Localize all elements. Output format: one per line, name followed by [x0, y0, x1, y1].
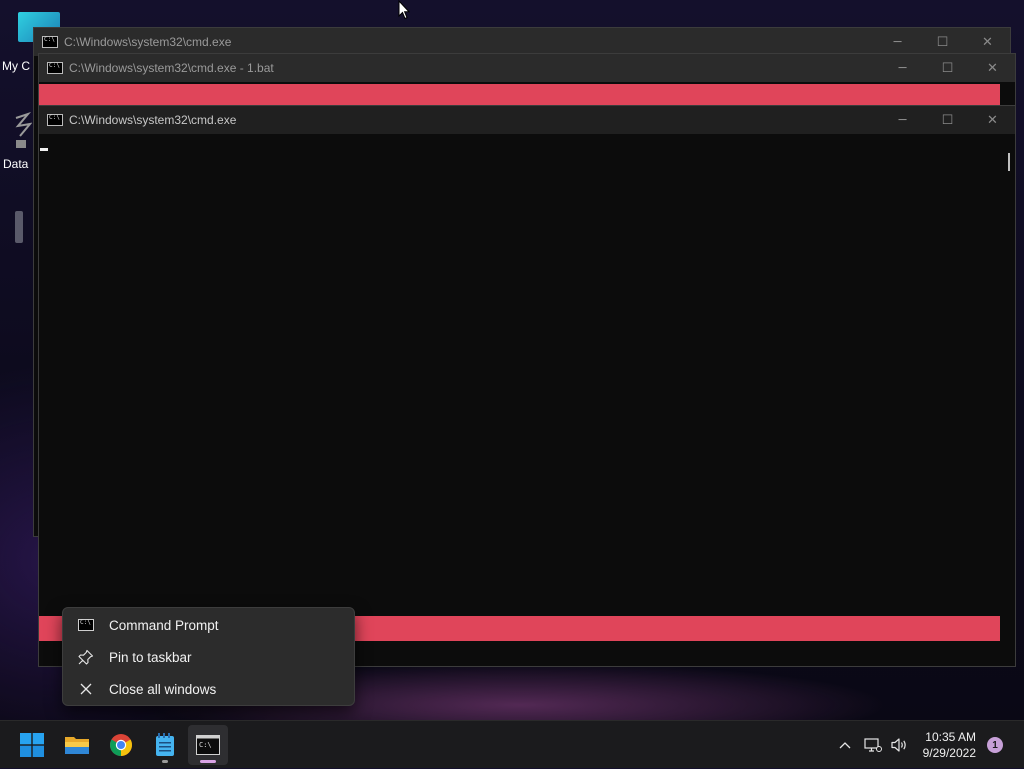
- taskbar-file-explorer[interactable]: [57, 725, 97, 765]
- taskbar-notepad[interactable]: [145, 725, 185, 765]
- cmd-window-active[interactable]: C:\Windows\system32\cmd.exe ─ ☐ ✕: [38, 105, 1016, 667]
- cmd-window-back-titlebar[interactable]: C:\Windows\system32\cmd.exe ─ ☐ ✕: [34, 28, 1010, 56]
- maximize-button[interactable]: ☐: [925, 106, 970, 134]
- menu-item-pin-to-taskbar[interactable]: Pin to taskbar: [67, 642, 350, 672]
- chrome-icon: [110, 734, 132, 756]
- vertical-scrollbar[interactable]: [1001, 134, 1015, 666]
- show-hidden-icons-button[interactable]: [834, 721, 856, 769]
- maximize-button[interactable]: ☐: [925, 54, 970, 82]
- close-button[interactable]: ✕: [970, 54, 1015, 82]
- window-title: C:\Windows\system32\cmd.exe: [64, 35, 232, 49]
- clock-time: 10:35 AM: [925, 730, 976, 744]
- menu-item-close-all-windows[interactable]: Close all windows: [67, 674, 350, 704]
- windows-logo-icon: [20, 733, 44, 757]
- cmd-window-active-titlebar[interactable]: C:\Windows\system32\cmd.exe ─ ☐ ✕: [39, 106, 1015, 134]
- console-output-area[interactable]: [39, 134, 1001, 666]
- close-button[interactable]: ✕: [970, 106, 1015, 134]
- close-button[interactable]: ✕: [965, 28, 1010, 56]
- window-title: C:\Windows\system32\cmd.exe: [69, 113, 237, 127]
- taskbar-command-prompt[interactable]: C:\: [188, 725, 228, 765]
- cmd-window-batch-titlebar[interactable]: C:\Windows\system32\cmd.exe - 1.bat ─ ☐ …: [39, 54, 1015, 82]
- notification-badge[interactable]: 1: [987, 737, 1003, 753]
- chevron-up-icon: [839, 742, 851, 749]
- menu-item-command-prompt[interactable]: Command Prompt: [67, 610, 350, 640]
- cmd-icon: [78, 619, 94, 631]
- maximize-button[interactable]: ☐: [920, 28, 965, 56]
- mouse-pointer-icon: [398, 0, 410, 20]
- running-indicator: [162, 760, 168, 763]
- menu-item-label: Command Prompt: [109, 617, 219, 633]
- desktop-icon-label-my-computer: My C: [2, 59, 30, 73]
- taskbar-jump-list-menu: Command Prompt Pin to taskbar Close all …: [62, 607, 355, 706]
- data-desktop-icon[interactable]: [14, 111, 33, 150]
- notepad-icon: [156, 733, 174, 756]
- network-status-button[interactable]: [861, 721, 885, 769]
- network-icon: [864, 738, 882, 752]
- clock-date: 9/29/2022: [922, 746, 976, 760]
- cmd-icon: C:\: [196, 735, 220, 755]
- text-cursor: [40, 148, 48, 151]
- active-indicator: [200, 760, 216, 763]
- folder-icon: [65, 737, 89, 754]
- cmd-icon: [42, 36, 58, 48]
- cmd-icon: [47, 62, 63, 74]
- taskbar-clock[interactable]: 10:35 AM 9/29/2022: [906, 729, 976, 761]
- minimize-button[interactable]: ─: [880, 54, 925, 82]
- taskbar: C:\ 10:35 AM 9/29/2022 1: [0, 720, 1024, 768]
- cmd-icon: [47, 114, 63, 126]
- menu-item-label: Pin to taskbar: [109, 649, 192, 665]
- close-icon: [77, 680, 95, 698]
- svg-text:C:\: C:\: [199, 741, 212, 749]
- desktop-icon-label-data: Data: [3, 157, 29, 171]
- window-title: C:\Windows\system32\cmd.exe - 1.bat: [69, 61, 274, 75]
- scrollbar-thumb[interactable]: [1008, 153, 1010, 171]
- menu-item-label: Close all windows: [109, 681, 217, 697]
- start-button[interactable]: [12, 725, 52, 765]
- minimize-button[interactable]: ─: [880, 106, 925, 134]
- desktop-icon-partial[interactable]: [15, 211, 23, 243]
- taskbar-chrome[interactable]: [101, 725, 141, 765]
- minimize-button[interactable]: ─: [875, 28, 920, 56]
- pin-icon: [77, 648, 95, 666]
